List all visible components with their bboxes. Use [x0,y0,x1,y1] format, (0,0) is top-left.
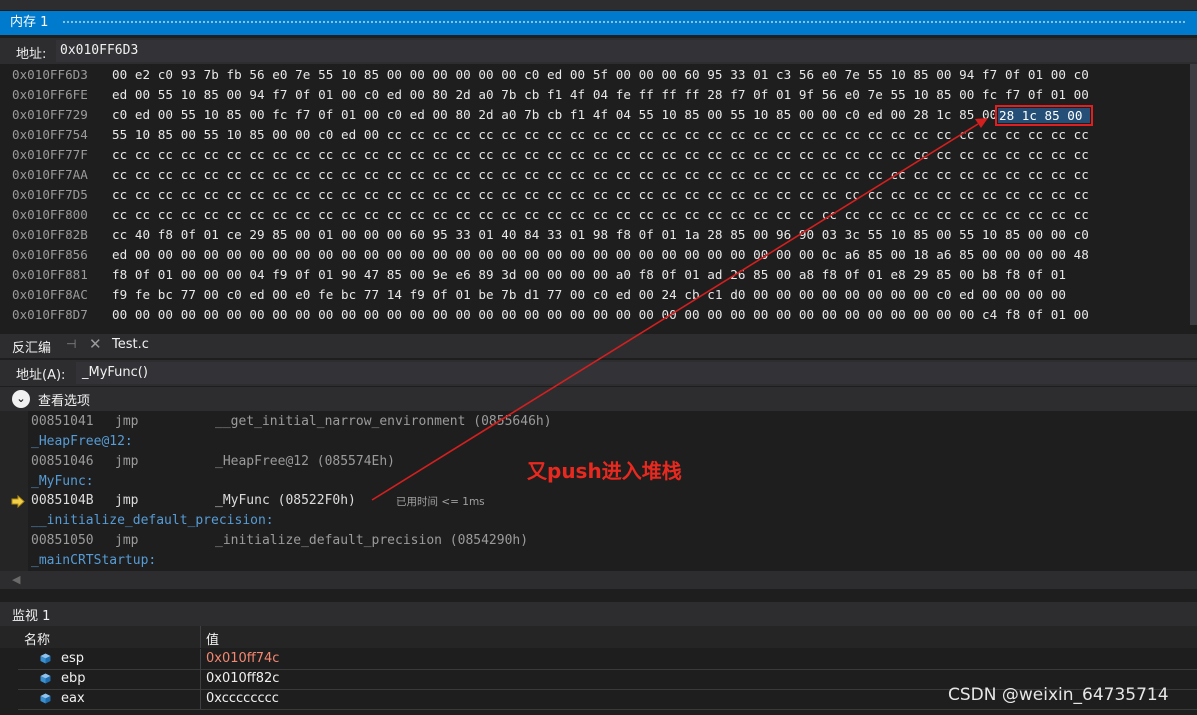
watch-value-changed[interactable]: 0x010ff74c [206,651,279,666]
watch-window-title: 监视 1 [12,609,51,624]
variable-cube-icon [40,653,51,664]
watch-name[interactable]: esp [61,651,84,666]
watch-header: 名称 值 [0,626,1197,648]
column-divider [200,649,201,669]
column-divider[interactable] [200,626,201,648]
column-divider [200,669,201,689]
watch-value[interactable]: 0xcccccccc [206,691,279,706]
watch-window-title-bar[interactable]: 监视 1 [0,602,1197,626]
watermark: CSDN @weixin_64735714 [948,685,1169,705]
column-header-name[interactable]: 名称 [24,629,50,648]
watch-name[interactable]: ebp [61,671,86,686]
variable-cube-icon [40,673,51,684]
variable-cube-icon [40,693,51,704]
column-header-value[interactable]: 值 [206,629,219,648]
column-divider [200,689,201,709]
watch-value[interactable]: 0x010ff82c [206,671,279,686]
watch-row[interactable]: esp 0x010ff74c [18,649,1197,670]
watch-name[interactable]: eax [61,691,85,706]
